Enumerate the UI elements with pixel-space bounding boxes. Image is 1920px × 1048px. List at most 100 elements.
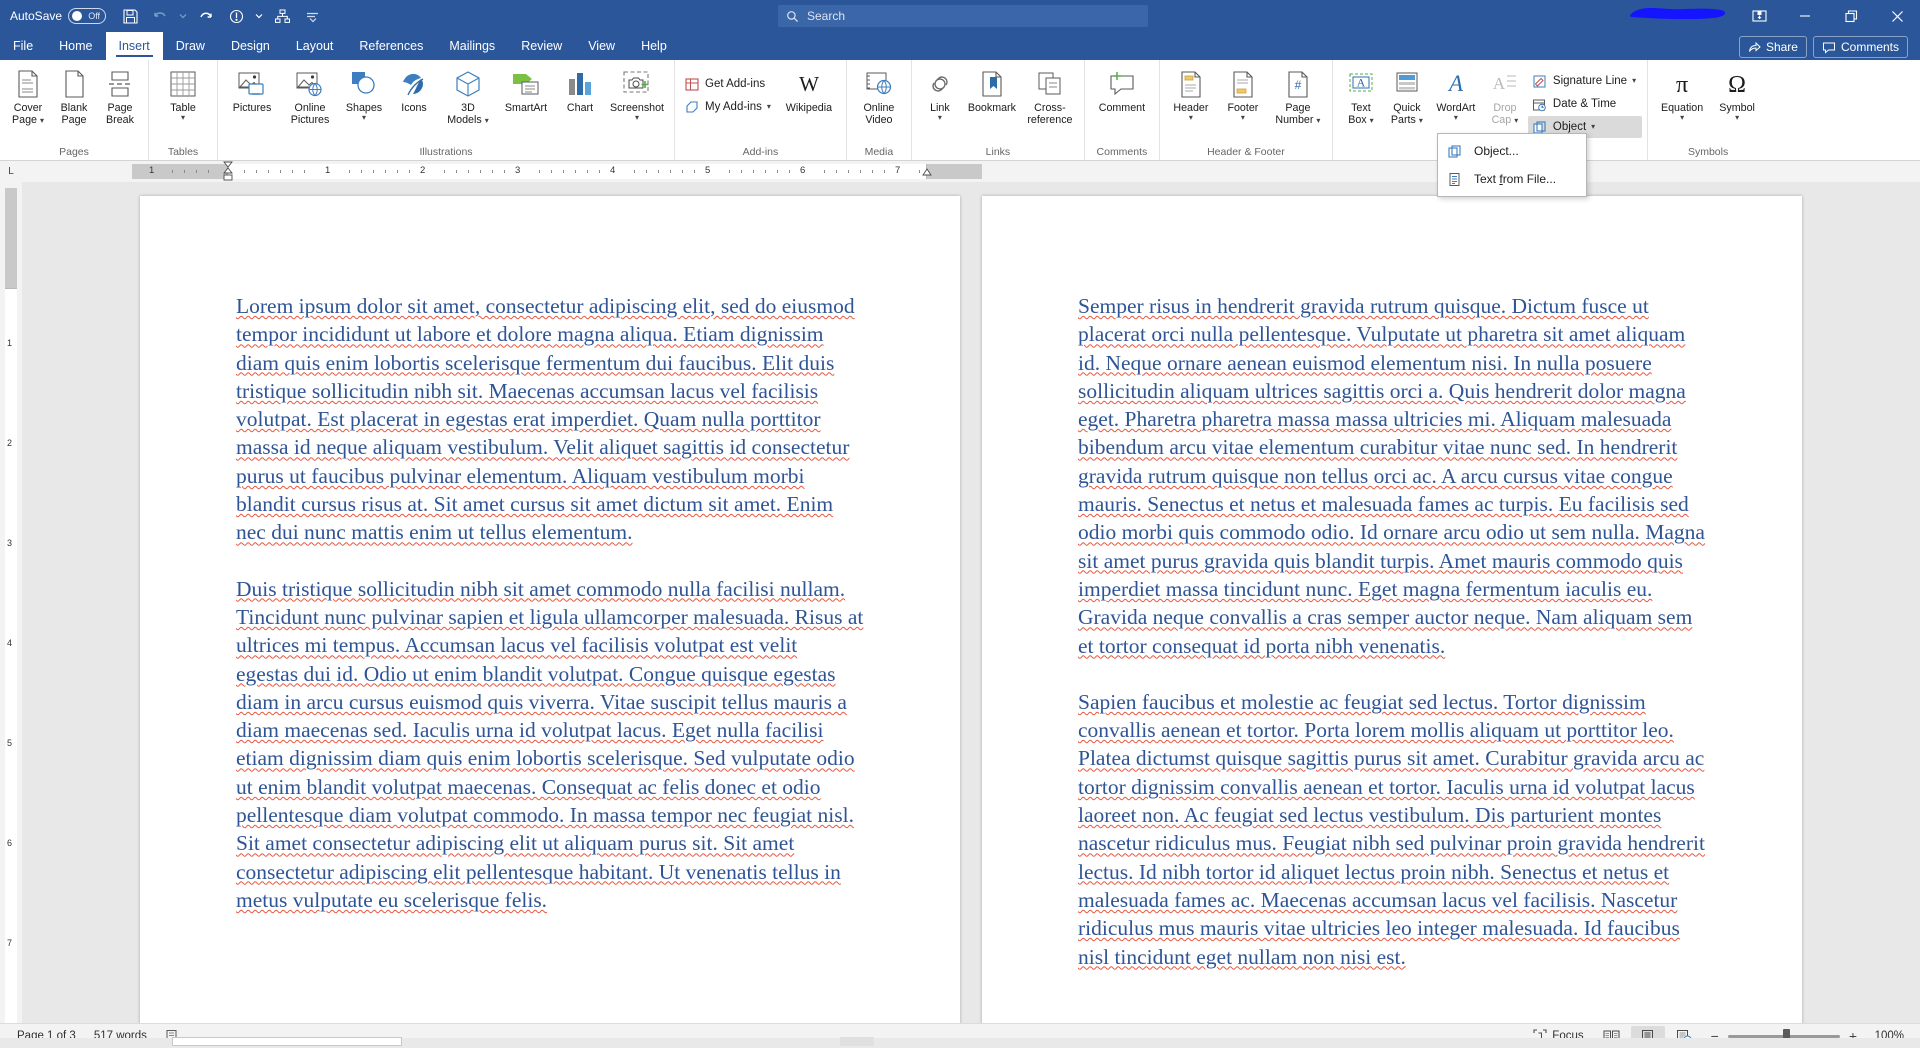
wordart-chevron-down-icon[interactable]: ▾: [1454, 114, 1458, 122]
undo-icon[interactable]: [146, 3, 174, 29]
group-label-comments: Comments: [1096, 146, 1148, 158]
chevron-down-icon[interactable]: ▾: [40, 116, 44, 125]
equation-button[interactable]: π Equation ▾: [1653, 65, 1711, 122]
symbol-button[interactable]: Ω Symbol ▾: [1711, 65, 1763, 122]
table-chevron-down-icon[interactable]: ▾: [181, 114, 185, 122]
symbol-chevron-down-icon[interactable]: ▾: [1735, 114, 1739, 122]
text-box-label-2: Box ▾: [1348, 114, 1374, 126]
object-dropdown-menu[interactable]: Object... Text from File...: [1437, 133, 1587, 197]
search-box[interactable]: Search: [778, 5, 1148, 27]
organization-chart-icon[interactable]: [268, 3, 296, 29]
pictures-button[interactable]: Pictures: [223, 65, 281, 114]
menu-item-object[interactable]: Object...: [1438, 137, 1586, 165]
left-indent-marker[interactable]: [222, 161, 234, 182]
paragraph-2-2[interactable]: Sapien faucibus et molestie ac feugiat s…: [1078, 688, 1706, 971]
tab-stop-selector[interactable]: L: [0, 161, 22, 182]
text-box-chevron-down-icon[interactable]: ▾: [1370, 116, 1374, 125]
table-button[interactable]: Table ▾: [154, 65, 212, 122]
object-chevron-down-icon[interactable]: ▾: [1591, 123, 1595, 131]
equation-chevron-down-icon[interactable]: ▾: [1680, 114, 1684, 122]
link-chevron-down-icon[interactable]: ▾: [938, 114, 942, 122]
chart-button[interactable]: Chart: [555, 65, 605, 114]
my-addins-label: My Add-ins: [705, 101, 762, 113]
bookmark-button[interactable]: Bookmark: [963, 65, 1021, 114]
page-number-button[interactable]: # Page Number ▾: [1269, 65, 1327, 126]
screenshot-chevron-down-icon[interactable]: ▾: [635, 114, 639, 122]
touch-mode-dropdown-icon[interactable]: [252, 3, 266, 29]
customize-quick-access-toolbar-icon[interactable]: [298, 3, 326, 29]
paragraph-1-1[interactable]: Lorem ipsum dolor sit amet, consectetur …: [236, 292, 864, 547]
close-button[interactable]: [1874, 0, 1920, 32]
signature-line-chevron-down-icon[interactable]: ▾: [1632, 77, 1636, 85]
shapes-button[interactable]: Shapes ▾: [339, 65, 389, 122]
tab-draw[interactable]: Draw: [163, 32, 218, 60]
touch-mode-icon[interactable]: [222, 3, 250, 29]
tab-view[interactable]: View: [575, 32, 628, 60]
horizontal-ruler[interactable]: 1 1 2 3 4 5 6 7: [132, 161, 982, 182]
screenshot-button[interactable]: Screenshot ▾: [605, 65, 669, 122]
undo-dropdown-icon[interactable]: [176, 3, 190, 29]
cover-page-button[interactable]: Cover Page ▾: [5, 65, 51, 126]
cross-reference-button[interactable]: Cross- reference: [1021, 65, 1079, 126]
autosave-toggle[interactable]: AutoSave Off: [10, 8, 107, 24]
link-button[interactable]: Link ▾: [917, 65, 963, 122]
paragraph-2-1[interactable]: Semper risus in hendrerit gravida rutrum…: [1078, 292, 1706, 660]
tab-layout[interactable]: Layout: [283, 32, 347, 60]
page-number-chevron-down-icon[interactable]: ▾: [1316, 116, 1320, 125]
online-video-label-2: Video: [865, 114, 893, 126]
tab-insert[interactable]: Insert: [105, 32, 163, 60]
page-break-button[interactable]: Page Break: [97, 65, 143, 126]
tab-review[interactable]: Review: [508, 32, 575, 60]
smartart-button[interactable]: SmartArt: [497, 65, 555, 114]
save-icon[interactable]: [116, 3, 144, 29]
footer-chevron-down-icon[interactable]: ▾: [1241, 114, 1245, 122]
get-addins-button[interactable]: Get Add-ins: [680, 73, 777, 95]
tab-home[interactable]: Home: [46, 32, 105, 60]
document-page-2[interactable]: Semper risus in hendrerit gravida rutrum…: [982, 196, 1802, 1023]
comments-button[interactable]: Comments: [1812, 36, 1908, 58]
header-chevron-down-icon[interactable]: ▾: [1189, 114, 1193, 122]
drop-cap-label-1: Drop: [1493, 102, 1517, 114]
group-label-illustrations: Illustrations: [419, 146, 473, 158]
drop-cap-button[interactable]: A Drop Cap ▾: [1482, 65, 1528, 126]
share-button[interactable]: Share: [1738, 36, 1807, 58]
quick-parts-chevron-down-icon[interactable]: ▾: [1419, 116, 1423, 125]
wikipedia-button[interactable]: W Wikipedia: [777, 65, 841, 114]
online-video-button[interactable]: Online Video: [852, 65, 906, 126]
redo-icon[interactable]: [192, 3, 220, 29]
three-d-models-button[interactable]: 3D Models ▾: [439, 65, 497, 126]
comment-button[interactable]: Comment: [1090, 65, 1154, 114]
footer-button[interactable]: Footer ▾: [1217, 65, 1269, 122]
online-pictures-icon: [294, 68, 326, 100]
date-time-button[interactable]: Date & Time: [1528, 93, 1642, 115]
quick-parts-button[interactable]: Quick Parts ▾: [1384, 65, 1430, 126]
tab-references[interactable]: References: [346, 32, 436, 60]
three-d-chevron-down-icon[interactable]: ▾: [485, 116, 489, 125]
blank-page-button[interactable]: Blank Page: [51, 65, 97, 126]
signature-line-button[interactable]: Signature Line ▾: [1528, 70, 1642, 92]
drop-cap-chevron-down-icon[interactable]: ▾: [1514, 116, 1518, 125]
footer-icon: [1229, 68, 1257, 100]
vertical-ruler[interactable]: 1 2 3 4 5 6 7: [0, 182, 22, 1023]
autosave-state: Off: [88, 11, 101, 21]
autosave-switch[interactable]: Off: [68, 8, 107, 24]
tab-file[interactable]: File: [0, 32, 46, 60]
restore-button[interactable]: [1828, 0, 1874, 32]
tab-mailings[interactable]: Mailings: [436, 32, 508, 60]
shapes-chevron-down-icon[interactable]: ▾: [362, 114, 366, 122]
right-indent-marker[interactable]: [921, 168, 933, 180]
my-addins-chevron-down-icon[interactable]: ▾: [767, 103, 771, 111]
icons-button[interactable]: Icons: [389, 65, 439, 114]
text-box-button[interactable]: A Text Box ▾: [1338, 65, 1384, 126]
menu-item-text-from-file[interactable]: Text from File...: [1438, 165, 1586, 193]
my-addins-button[interactable]: My Add-ins ▾: [680, 96, 777, 118]
header-button[interactable]: Header ▾: [1165, 65, 1217, 122]
tab-design[interactable]: Design: [218, 32, 283, 60]
wordart-button[interactable]: A WordArt ▾: [1430, 65, 1482, 122]
paragraph-1-2[interactable]: Duis tristique sollicitudin nibh sit ame…: [236, 575, 864, 915]
tab-help[interactable]: Help: [628, 32, 680, 60]
minimize-button[interactable]: [1782, 0, 1828, 32]
online-pictures-button[interactable]: Online Pictures: [281, 65, 339, 126]
ribbon-display-options-icon[interactable]: [1736, 0, 1782, 32]
document-page-1[interactable]: Lorem ipsum dolor sit amet, consectetur …: [140, 196, 960, 1023]
